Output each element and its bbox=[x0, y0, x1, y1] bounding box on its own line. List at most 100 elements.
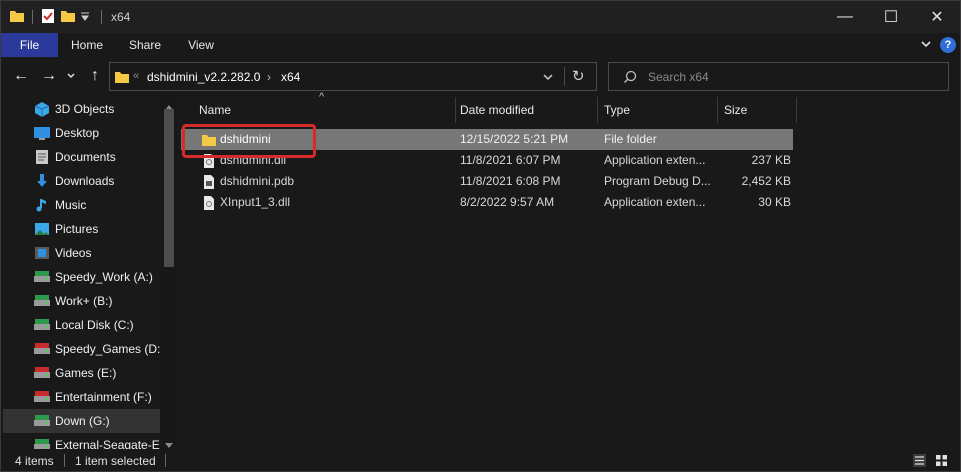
file-type: Application exten... bbox=[604, 153, 706, 167]
expand-ribbon-button[interactable] bbox=[919, 36, 933, 54]
window-title: x64 bbox=[111, 10, 131, 24]
file-date: 12/15/2022 5:21 PM bbox=[460, 132, 569, 146]
file-size: 30 KB bbox=[758, 195, 791, 209]
file-date: 8/2/2022 9:57 AM bbox=[460, 195, 555, 209]
tab-view[interactable]: View bbox=[177, 33, 225, 57]
tab-share[interactable]: Share bbox=[119, 33, 171, 57]
highlight-annotation bbox=[182, 124, 316, 158]
sidebar-item-3d-objects[interactable]: 3D Objects bbox=[3, 97, 160, 121]
search-input[interactable]: Search x64 bbox=[648, 70, 709, 84]
table-row[interactable]: dshidmini.pdb 11/8/2021 6:08 PM Program … bbox=[181, 171, 793, 192]
column-header-type[interactable]: Type bbox=[596, 97, 716, 123]
file-date: 11/8/2021 6:07 PM bbox=[460, 153, 561, 167]
table-row[interactable]: XInput1_3.dll 8/2/2022 9:57 AM Applicati… bbox=[181, 192, 793, 213]
tab-home[interactable]: Home bbox=[61, 33, 113, 57]
sidebar-item-label: Videos bbox=[55, 246, 92, 260]
dll-file-icon bbox=[204, 196, 214, 210]
chevron-down-icon bbox=[67, 73, 75, 79]
sidebar-item-label: Work+ (B:) bbox=[55, 294, 113, 308]
refresh-button[interactable]: ↻ bbox=[572, 67, 585, 85]
title-bar: x64 — ☐ ✕ bbox=[1, 1, 960, 33]
item-count: 4 items bbox=[15, 454, 54, 468]
sidebar-scrollbar[interactable] bbox=[161, 97, 177, 449]
column-header-date[interactable]: Date modified bbox=[452, 97, 597, 123]
address-divider bbox=[564, 67, 565, 86]
3d-objects-icon bbox=[34, 102, 50, 117]
forward-button[interactable]: → bbox=[38, 65, 60, 87]
address-bar[interactable]: « dshidmini_v2.2.282.0 › x64 ↻ bbox=[109, 62, 597, 91]
chevron-down-icon bbox=[919, 37, 933, 54]
file-type: Program Debug D... bbox=[604, 174, 711, 188]
sidebar-item-drive-a[interactable]: Speedy_Work (A:) bbox=[3, 265, 160, 289]
quick-access-toolbar bbox=[9, 7, 90, 27]
drive-icon bbox=[34, 439, 50, 449]
sidebar-item-label: Music bbox=[55, 198, 87, 212]
file-type: File folder bbox=[604, 132, 657, 146]
sidebar-item-videos[interactable]: Videos bbox=[3, 241, 160, 265]
details-view-icon[interactable] bbox=[913, 454, 926, 470]
search-box[interactable]: Search x64 bbox=[608, 62, 949, 91]
documents-icon bbox=[36, 150, 48, 164]
qat-divider bbox=[32, 10, 33, 24]
back-button[interactable]: ← bbox=[10, 65, 32, 87]
breadcrumb-separator[interactable]: › bbox=[267, 70, 271, 84]
file-date: 11/8/2021 6:08 PM bbox=[460, 174, 561, 188]
address-history-button[interactable] bbox=[542, 71, 554, 86]
sidebar-item-label: Speedy_Work (A:) bbox=[55, 270, 153, 284]
sidebar-item-pictures[interactable]: Pictures bbox=[3, 217, 160, 241]
sidebar-item-label: Games (E:) bbox=[55, 366, 117, 380]
pdb-file-icon bbox=[204, 175, 214, 189]
sidebar-item-drive-f[interactable]: Entertainment (F:) bbox=[3, 385, 160, 409]
column-header-name[interactable]: Name bbox=[191, 97, 455, 123]
sidebar-item-label: Speedy_Games (D:) bbox=[55, 342, 160, 356]
file-name: dshidmini.pdb bbox=[220, 174, 295, 188]
new-folder-icon[interactable] bbox=[60, 8, 76, 27]
sidebar-item-drive-d[interactable]: Speedy_Games (D:) bbox=[3, 337, 160, 361]
sidebar-scroll-thumb[interactable] bbox=[164, 109, 174, 267]
folder-icon bbox=[114, 69, 130, 88]
large-icons-view-icon[interactable] bbox=[935, 454, 948, 470]
sidebar-item-music[interactable]: Music bbox=[3, 193, 160, 217]
column-divider[interactable] bbox=[796, 97, 797, 123]
sidebar-item-label: Pictures bbox=[55, 222, 99, 236]
status-divider bbox=[165, 454, 166, 467]
sidebar-item-desktop[interactable]: Desktop bbox=[3, 121, 160, 145]
minimize-button[interactable]: — bbox=[822, 1, 868, 33]
sidebar-item-label: Entertainment (F:) bbox=[55, 390, 152, 404]
drive-icon bbox=[34, 295, 50, 306]
sidebar-item-drive-e[interactable]: Games (E:) bbox=[3, 361, 160, 385]
breadcrumb-item-current[interactable]: x64 bbox=[281, 70, 300, 84]
tab-file[interactable]: File bbox=[1, 33, 58, 57]
help-button[interactable]: ? bbox=[940, 36, 956, 54]
file-type: Application exten... bbox=[604, 195, 706, 209]
chevron-down-icon bbox=[543, 74, 553, 81]
sidebar-item-drive-g[interactable]: Down (G:) bbox=[3, 409, 160, 433]
sidebar-item-external-seagate[interactable]: External-Seagate-EN bbox=[3, 433, 160, 449]
status-bar: 4 items 1 item selected bbox=[1, 449, 960, 471]
drive-icon bbox=[34, 343, 50, 354]
sidebar-item-downloads[interactable]: Downloads bbox=[3, 169, 160, 193]
customize-qat-icon[interactable] bbox=[80, 8, 90, 27]
ribbon-tabs: File Home Share View ? bbox=[1, 33, 960, 57]
properties-icon[interactable] bbox=[40, 8, 56, 27]
breadcrumb-overflow[interactable]: « bbox=[133, 70, 139, 82]
sidebar-item-label: Documents bbox=[55, 150, 116, 164]
music-icon bbox=[36, 199, 46, 212]
sidebar-item-drive-c[interactable]: Local Disk (C:) bbox=[3, 313, 160, 337]
file-size: 237 KB bbox=[751, 153, 791, 167]
sidebar-item-drive-b[interactable]: Work+ (B:) bbox=[3, 289, 160, 313]
up-button[interactable]: ↑ bbox=[84, 65, 106, 87]
search-icon bbox=[623, 70, 637, 87]
sidebar-item-documents[interactable]: Documents bbox=[3, 145, 160, 169]
maximize-button[interactable]: ☐ bbox=[868, 1, 914, 33]
folder-icon[interactable] bbox=[9, 8, 25, 27]
close-button[interactable]: ✕ bbox=[914, 1, 960, 33]
column-header-size[interactable]: Size bbox=[716, 97, 796, 123]
sidebar-item-label: Desktop bbox=[55, 126, 100, 140]
help-icon: ? bbox=[940, 37, 956, 53]
sidebar-item-label: Down (G:) bbox=[55, 414, 110, 428]
drive-icon bbox=[34, 367, 50, 378]
sidebar-item-label: 3D Objects bbox=[55, 102, 115, 116]
recent-locations-button[interactable] bbox=[63, 65, 79, 87]
breadcrumb-item-parent[interactable]: dshidmini_v2.2.282.0 bbox=[147, 70, 260, 84]
